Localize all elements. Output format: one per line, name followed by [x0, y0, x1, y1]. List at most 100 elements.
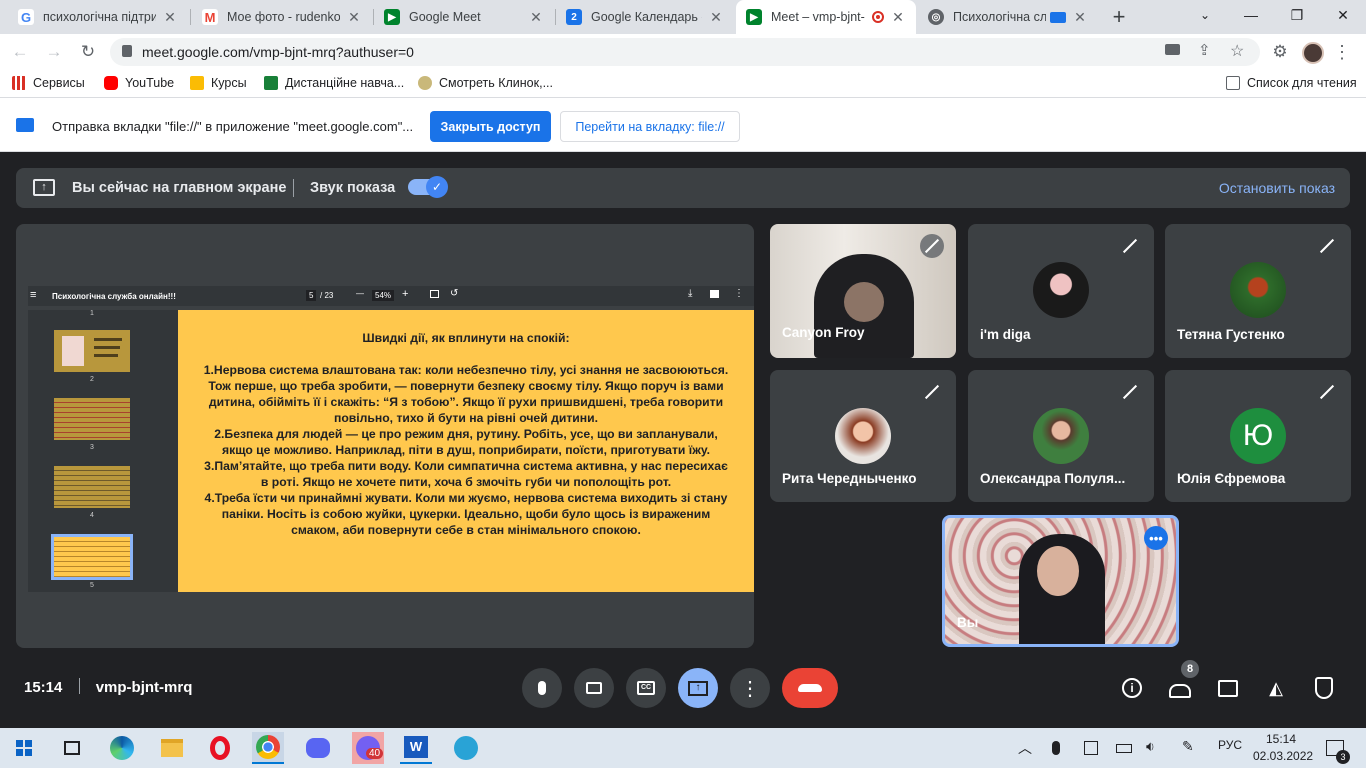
participant-tile[interactable]: Ю Юлія Єфремова: [1165, 370, 1351, 502]
more-options-icon[interactable]: •••: [1144, 526, 1168, 550]
pdf-page: Швидкі дії, як вплинути на спокій: 1.Нер…: [178, 310, 754, 592]
bookmark-youtube[interactable]: YouTube: [104, 76, 174, 90]
more-icon[interactable]: ⋮: [734, 288, 744, 299]
browser-tab[interactable]: G психологічна підтрим ✕: [8, 0, 188, 34]
fit-page-icon[interactable]: [430, 290, 439, 298]
mic-in-use-icon[interactable]: [1052, 741, 1060, 755]
taskbar-date[interactable]: 02.03.2022: [1253, 749, 1313, 763]
pen-icon[interactable]: ✎: [1182, 738, 1194, 755]
menu-icon[interactable]: ⋮: [1330, 40, 1354, 64]
present-button[interactable]: ↑: [678, 668, 718, 708]
rotate-icon[interactable]: ↺: [450, 288, 458, 299]
mic-off-icon: [920, 380, 944, 404]
task-view-icon[interactable]: [56, 732, 88, 764]
participant-name: Олександра Полуля...: [980, 471, 1126, 486]
people-count-badge: 8: [1181, 660, 1199, 678]
restore-icon[interactable]: ❐: [1274, 0, 1320, 30]
page-thumbnail[interactable]: [54, 466, 130, 508]
word-icon[interactable]: W: [400, 732, 432, 764]
bookmark-services[interactable]: Сервисы: [12, 76, 85, 90]
chat-icon[interactable]: [1214, 674, 1242, 702]
host-controls-icon[interactable]: [1310, 674, 1338, 702]
app-icon[interactable]: [450, 732, 482, 764]
browser-tab[interactable]: ◎ Психологічна слу ✕: [918, 0, 1098, 34]
print-icon[interactable]: [710, 290, 719, 298]
reload-icon[interactable]: ↻: [76, 40, 100, 64]
browser-tab[interactable]: ▶ Google Meet ✕: [374, 0, 554, 34]
participant-name: Юлія Єфремова: [1177, 471, 1286, 486]
reading-list[interactable]: Список для чтения: [1226, 76, 1357, 90]
menu-icon[interactable]: ≡: [30, 289, 36, 301]
meeting-details-icon[interactable]: i: [1118, 674, 1146, 702]
back-icon[interactable]: ←: [8, 40, 32, 64]
notification-count: 3: [1336, 750, 1350, 764]
stop-presenting-button[interactable]: Остановить показ: [1219, 180, 1335, 196]
participant-tile[interactable]: i'm diga: [968, 224, 1154, 358]
address-bar[interactable]: meet.google.com/vmp-bjnt-mrq?authuser=0 …: [110, 38, 1260, 66]
browser-tab[interactable]: 2 Google Календарь - с ✕: [556, 0, 734, 34]
microphone-button[interactable]: [522, 668, 562, 708]
windows-start-icon[interactable]: [8, 732, 40, 764]
share-audio-toggle[interactable]: ✓: [408, 176, 448, 198]
share-page-icon[interactable]: ⇪: [1198, 41, 1211, 59]
close-window-icon[interactable]: ✕: [1320, 0, 1366, 30]
camera-button[interactable]: [574, 668, 614, 708]
captions-button[interactable]: CC: [626, 668, 666, 708]
zoom-in-icon[interactable]: +: [402, 288, 408, 300]
leave-call-button[interactable]: [782, 668, 838, 708]
activities-icon[interactable]: ◭: [1262, 674, 1290, 702]
edge-icon[interactable]: [106, 732, 138, 764]
forward-icon[interactable]: →: [42, 40, 66, 64]
new-tab-icon[interactable]: +: [1096, 2, 1142, 32]
participant-tile[interactable]: Олександра Полуля...: [968, 370, 1154, 502]
close-tab-icon[interactable]: ✕: [162, 9, 178, 26]
more-options-button[interactable]: ⋮: [730, 668, 770, 708]
bookmark-courses[interactable]: Курсы: [190, 76, 247, 90]
taskbar-time[interactable]: 15:14: [1266, 732, 1296, 746]
people-icon[interactable]: [1166, 674, 1194, 702]
discord-icon[interactable]: [302, 732, 334, 764]
stop-sharing-button[interactable]: Закрыть доступ: [430, 111, 551, 142]
extensions-icon[interactable]: ⚙: [1268, 40, 1292, 64]
participant-tile[interactable]: Тетяна Густенко: [1165, 224, 1351, 358]
show-hidden-icons-icon[interactable]: ︿: [1018, 738, 1032, 758]
volume-icon[interactable]: 🔉︎: [1146, 738, 1155, 755]
close-tab-icon[interactable]: ✕: [708, 9, 724, 26]
browser-tab[interactable]: M Мое фото - rudenkov ✕: [192, 0, 372, 34]
switch-to-tab-button[interactable]: Перейти на вкладку: file://: [560, 111, 740, 142]
participant-name: Тетяна Густенко: [1177, 327, 1285, 342]
zoom-out-icon[interactable]: —: [356, 289, 364, 298]
page-thumbnail[interactable]: [54, 330, 130, 372]
opera-icon[interactable]: [204, 732, 236, 764]
url-text[interactable]: meet.google.com/vmp-bjnt-mrq?authuser=0: [142, 44, 414, 60]
participant-tile[interactable]: Canyon Froy: [770, 224, 956, 358]
present-screen-icon: ↑: [33, 179, 55, 196]
close-tab-icon[interactable]: ✕: [1072, 9, 1088, 26]
language-indicator[interactable]: РУС: [1218, 738, 1242, 752]
page-thumbnail-selected[interactable]: [51, 534, 133, 580]
thumb-number: 4: [90, 512, 94, 519]
pdf-thumbnails: 1 2 3 4 5: [28, 310, 180, 592]
zoom-input[interactable]: 54%: [372, 290, 395, 301]
chrome-icon[interactable]: [252, 732, 284, 764]
profile-avatar[interactable]: [1302, 42, 1324, 64]
bookmark-distance-learning[interactable]: Дистанційне навча...: [264, 76, 404, 90]
close-tab-icon[interactable]: ✕: [890, 9, 906, 26]
page-number-input[interactable]: 5: [306, 290, 317, 301]
browser-tab-active[interactable]: ▶ Meet – vmp-bjnt- ✕: [736, 0, 916, 34]
page-thumbnail[interactable]: [54, 398, 130, 440]
participant-tile[interactable]: Рита Чередныченко: [770, 370, 956, 502]
tab-search-icon[interactable]: ⌄: [1182, 0, 1228, 30]
self-view-tile[interactable]: ••• Вы: [942, 515, 1179, 647]
battery-icon[interactable]: [1116, 744, 1132, 753]
close-tab-icon[interactable]: ✕: [346, 9, 362, 26]
minimize-icon[interactable]: —: [1228, 0, 1274, 30]
bookmark-anime[interactable]: Смотреть Клинок,...: [418, 76, 553, 90]
pdf-title: Психологічна служба онлайн!!!: [52, 292, 176, 301]
close-tab-icon[interactable]: ✕: [528, 9, 544, 26]
camera-tray-icon[interactable]: [1084, 741, 1098, 755]
file-explorer-icon[interactable]: [156, 732, 188, 764]
camera-in-use-icon[interactable]: [1165, 44, 1180, 55]
bookmark-star-icon[interactable]: ☆: [1230, 41, 1244, 61]
download-icon[interactable]: ⤓: [688, 288, 692, 299]
